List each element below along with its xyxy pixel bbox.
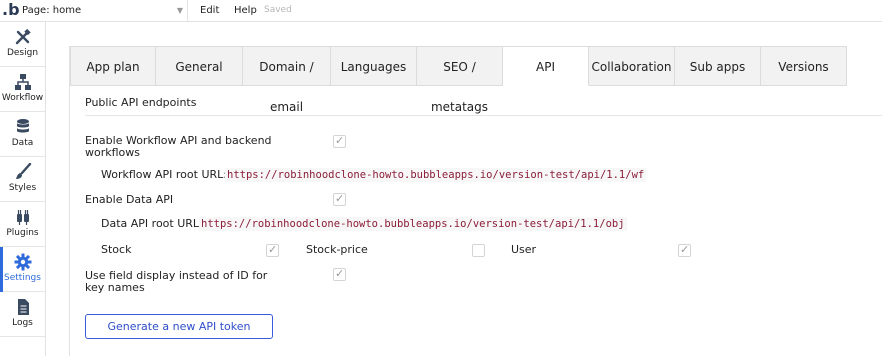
divider (85, 115, 882, 116)
type-user-label: User (511, 243, 537, 256)
menu-help[interactable]: Help (234, 0, 257, 21)
menu-edit[interactable]: Edit (200, 0, 219, 21)
checkmark-icon: ✓ (335, 192, 345, 205)
data-api-checkbox[interactable]: ✓ (333, 192, 346, 206)
sidebar-item-label: Plugins (6, 228, 39, 238)
settings-tabs: App plan General Domain / email Language… (70, 46, 847, 114)
tab-versions[interactable]: Versions (761, 46, 847, 86)
field-display-label: Use field display instead of ID for key … (85, 269, 268, 294)
sidebar-item-label: Design (6, 48, 39, 58)
sidebar-item-workflow[interactable]: Workflow (0, 67, 45, 112)
sidebar-item-label: Workflow (1, 93, 44, 103)
tab-sub-apps[interactable]: Sub apps (675, 46, 761, 86)
page-select[interactable]: Page: home ▼ (18, 0, 188, 21)
workflow-icon (14, 74, 31, 90)
page-select-value: Page: home (22, 5, 82, 16)
sidebar-item-label: Logs (12, 318, 33, 328)
tab-api[interactable]: API (503, 46, 589, 86)
type-stock-price-label: Stock-price (306, 243, 368, 256)
sidebar-item-label: Styles (8, 183, 37, 193)
tab-app-plan[interactable]: App plan (70, 46, 156, 86)
sidebar-item-logs[interactable]: Logs (0, 292, 45, 337)
saved-status: Saved (264, 5, 292, 15)
workflow-api-label: Enable Workflow API and backend workflow… (85, 134, 272, 159)
section-title: Public API endpoints (85, 96, 197, 109)
type-stock-label: Stock (101, 243, 132, 256)
data-icon (16, 119, 29, 133)
logs-icon (17, 299, 29, 315)
field-display-checkbox[interactable]: ✓ (333, 267, 346, 281)
sidebar-item-settings[interactable]: Settings (0, 247, 45, 292)
data-root-label: Data API root URL: (101, 217, 203, 230)
workflow-api-checkbox[interactable]: ✓ (333, 134, 346, 148)
design-icon (15, 28, 31, 45)
tab-general[interactable]: General (156, 46, 243, 86)
sidebar-item-label: Settings (4, 273, 41, 283)
data-root-url: https://robinhoodclone-howto.bubbleapps.… (199, 217, 627, 231)
sidebar-item-plugins[interactable]: Plugins (0, 202, 45, 247)
checkmark-icon: ✓ (335, 267, 345, 280)
type-stock-price-checkbox[interactable] (472, 244, 485, 257)
plugins-icon (16, 210, 29, 225)
tab-seo-metatags[interactable]: SEO / metatags (417, 46, 503, 114)
sidebar-item-design[interactable]: Design (0, 22, 45, 67)
top-bar: .b Page: home ▼ Edit Help Saved (0, 0, 882, 22)
workflow-root-url: https://robinhoodclone-howto.bubbleapps.… (225, 168, 647, 182)
data-api-label: Enable Data API (85, 193, 174, 206)
generate-api-token-button[interactable]: Generate a new API token (85, 314, 273, 339)
checkmark-icon: ✓ (335, 134, 345, 147)
tab-domain-email[interactable]: Domain / email (243, 46, 331, 114)
styles-icon (15, 163, 31, 179)
sidebar: Design Workflow Data Styles Plugins Sett… (0, 22, 46, 356)
sidebar-item-label: Data (11, 138, 34, 148)
type-user-checkbox[interactable]: ✓ (678, 243, 691, 257)
gear-icon (14, 253, 31, 271)
checkmark-icon: ✓ (680, 243, 690, 256)
settings-panel: App plan General Domain / email Language… (69, 46, 882, 356)
sidebar-item-styles[interactable]: Styles (0, 157, 45, 202)
tab-languages[interactable]: Languages (331, 46, 417, 86)
workflow-root-label: Workflow API root URL: (101, 168, 227, 181)
sidebar-item-data[interactable]: Data (0, 112, 45, 157)
type-stock-checkbox[interactable]: ✓ (266, 243, 279, 257)
checkmark-icon: ✓ (268, 243, 278, 256)
tab-collaboration[interactable]: Collaboration (589, 46, 675, 86)
chevron-down-icon: ▼ (176, 6, 183, 15)
